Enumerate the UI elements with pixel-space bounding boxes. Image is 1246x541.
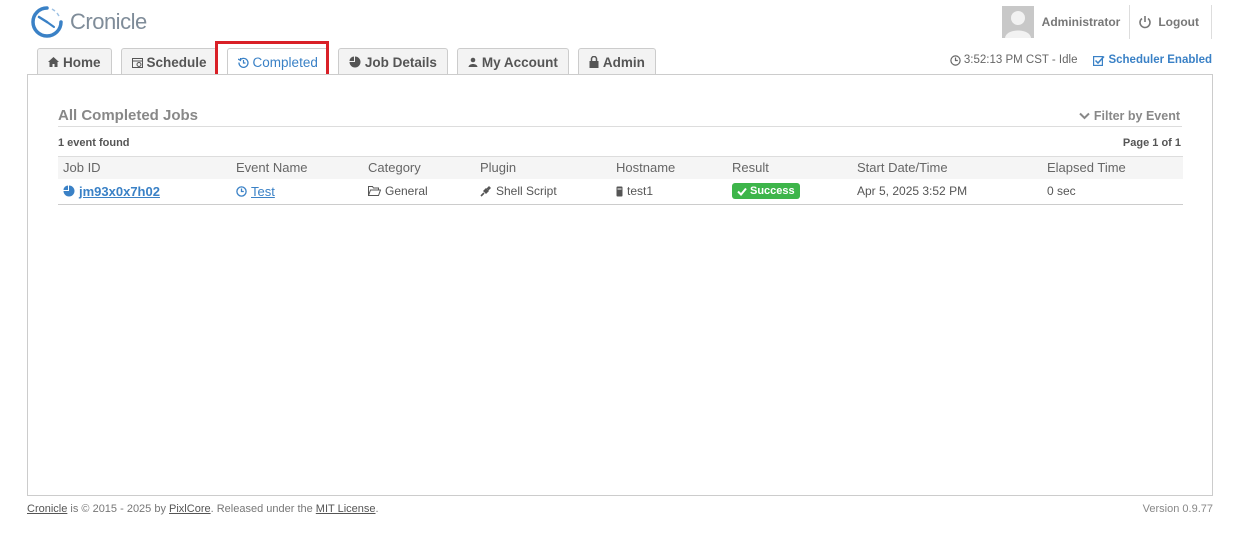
pixlcore-link[interactable]: PixlCore (169, 503, 211, 515)
main-tabs: Home Schedule Completed Job Details My A… (37, 48, 665, 76)
logout-button[interactable]: Logout (1130, 5, 1211, 39)
footer-text: . (375, 503, 379, 515)
column-header[interactable]: Hostname (611, 157, 727, 179)
jobs-table: Job ID Event Name Category Plugin Hostna… (58, 156, 1183, 205)
tab-label: Job Details (364, 54, 437, 70)
license-link[interactable]: MIT License (316, 503, 376, 515)
column-header[interactable]: Plugin (475, 157, 611, 179)
footer-text: . Released under the (210, 503, 316, 515)
app-title: Cronicle (70, 9, 147, 34)
plugin-text: Shell Script (496, 184, 557, 199)
result-text: Success (750, 185, 795, 198)
clock-logo-icon (31, 6, 63, 38)
server-icon (616, 186, 623, 197)
category-cell: General (363, 179, 475, 205)
page-info: Page 1 of 1 (1122, 137, 1181, 149)
chevron-down-icon (1079, 112, 1090, 120)
user-silhouette-icon (1004, 11, 1031, 38)
logout-label: Logout (1158, 15, 1199, 29)
checkbox-checked-icon (1093, 55, 1106, 66)
footer-credits: Cronicle is © 2015 - 2025 by PixlCore. R… (27, 503, 379, 515)
event-link[interactable]: Test (251, 184, 275, 199)
category-text: General (385, 184, 428, 199)
clock-text: 3:52:13 PM CST - Idle (963, 54, 1078, 66)
plug-icon (480, 186, 491, 197)
status-bar: 3:52:13 PM CST - Idle Scheduler Enabled (950, 54, 1212, 66)
avatar[interactable] (1001, 6, 1034, 38)
tab-schedule[interactable]: Schedule (120, 48, 218, 75)
hostname-text: test1 (627, 184, 654, 199)
clock-icon (950, 54, 961, 66)
pie-chart-icon (63, 185, 75, 197)
user-name[interactable]: Administrator (1042, 5, 1131, 39)
cronicle-link[interactable]: Cronicle (27, 503, 67, 515)
home-icon (48, 57, 59, 67)
column-header[interactable]: Start Date/Time (852, 157, 1042, 179)
tab-label: My Account (481, 54, 558, 70)
table-header-row: Job ID Event Name Category Plugin Hostna… (58, 156, 1183, 179)
tab-completed[interactable]: Completed (226, 48, 329, 76)
lock-icon (589, 56, 599, 68)
tab-label: Home (63, 54, 101, 70)
user-icon (468, 57, 478, 67)
plugin-cell: Shell Script (475, 179, 611, 205)
scheduler-label: Scheduler Enabled (1108, 54, 1212, 66)
column-header[interactable]: Event Name (231, 157, 363, 179)
clock-status: 3:52:13 PM CST - Idle (950, 54, 1078, 66)
folder-open-icon (368, 186, 381, 197)
pie-chart-icon (349, 56, 361, 68)
tab-my-account[interactable]: My Account (456, 48, 569, 75)
tab-home[interactable]: Home (37, 48, 112, 75)
column-header[interactable]: Category (363, 157, 475, 179)
column-header[interactable]: Job ID (58, 157, 231, 179)
result-cell: Success (727, 179, 852, 205)
column-header[interactable]: Elapsed Time (1042, 157, 1183, 179)
footer-text: is © 2015 - 2025 by (67, 503, 170, 515)
completed-jobs-panel: All Completed Jobs Filter by Event 1 eve… (27, 74, 1213, 496)
clock-icon (236, 186, 247, 197)
status-badge: Success (732, 183, 800, 200)
tab-admin[interactable]: Admin (577, 48, 656, 75)
power-icon (1139, 16, 1152, 29)
history-icon (237, 57, 249, 68)
job-id-cell: jm93x0x7h02 (58, 179, 231, 205)
filter-by-event[interactable]: Filter by Event (1079, 109, 1180, 123)
column-header[interactable]: Result (727, 157, 852, 179)
filter-label: Filter by Event (1093, 109, 1180, 123)
table-row: jm93x0x7h02 Test General Shell Script te… (58, 179, 1183, 205)
app-logo[interactable]: Cronicle (30, 5, 147, 39)
user-menu: Administrator Logout (1001, 5, 1212, 39)
event-cell: Test (231, 179, 363, 205)
version-label: Version 0.9.77 (1142, 503, 1213, 515)
tab-label: Schedule (146, 54, 207, 70)
divider (58, 126, 1182, 127)
elapsed-time-cell: 0 sec (1047, 184, 1076, 199)
tab-label: Completed (252, 55, 318, 70)
tab-label: Admin (602, 54, 645, 70)
check-icon (737, 187, 747, 196)
results-count: 1 event found (58, 137, 130, 149)
hostname-cell: test1 (611, 179, 727, 205)
job-id-link[interactable]: jm93x0x7h02 (79, 184, 160, 199)
section-title: All Completed Jobs (58, 107, 199, 124)
calendar-icon (131, 57, 143, 68)
scheduler-toggle[interactable]: Scheduler Enabled (1093, 54, 1212, 66)
start-time-cell: Apr 5, 2025 3:52 PM (857, 184, 968, 199)
tab-job-details[interactable]: Job Details (337, 48, 448, 75)
